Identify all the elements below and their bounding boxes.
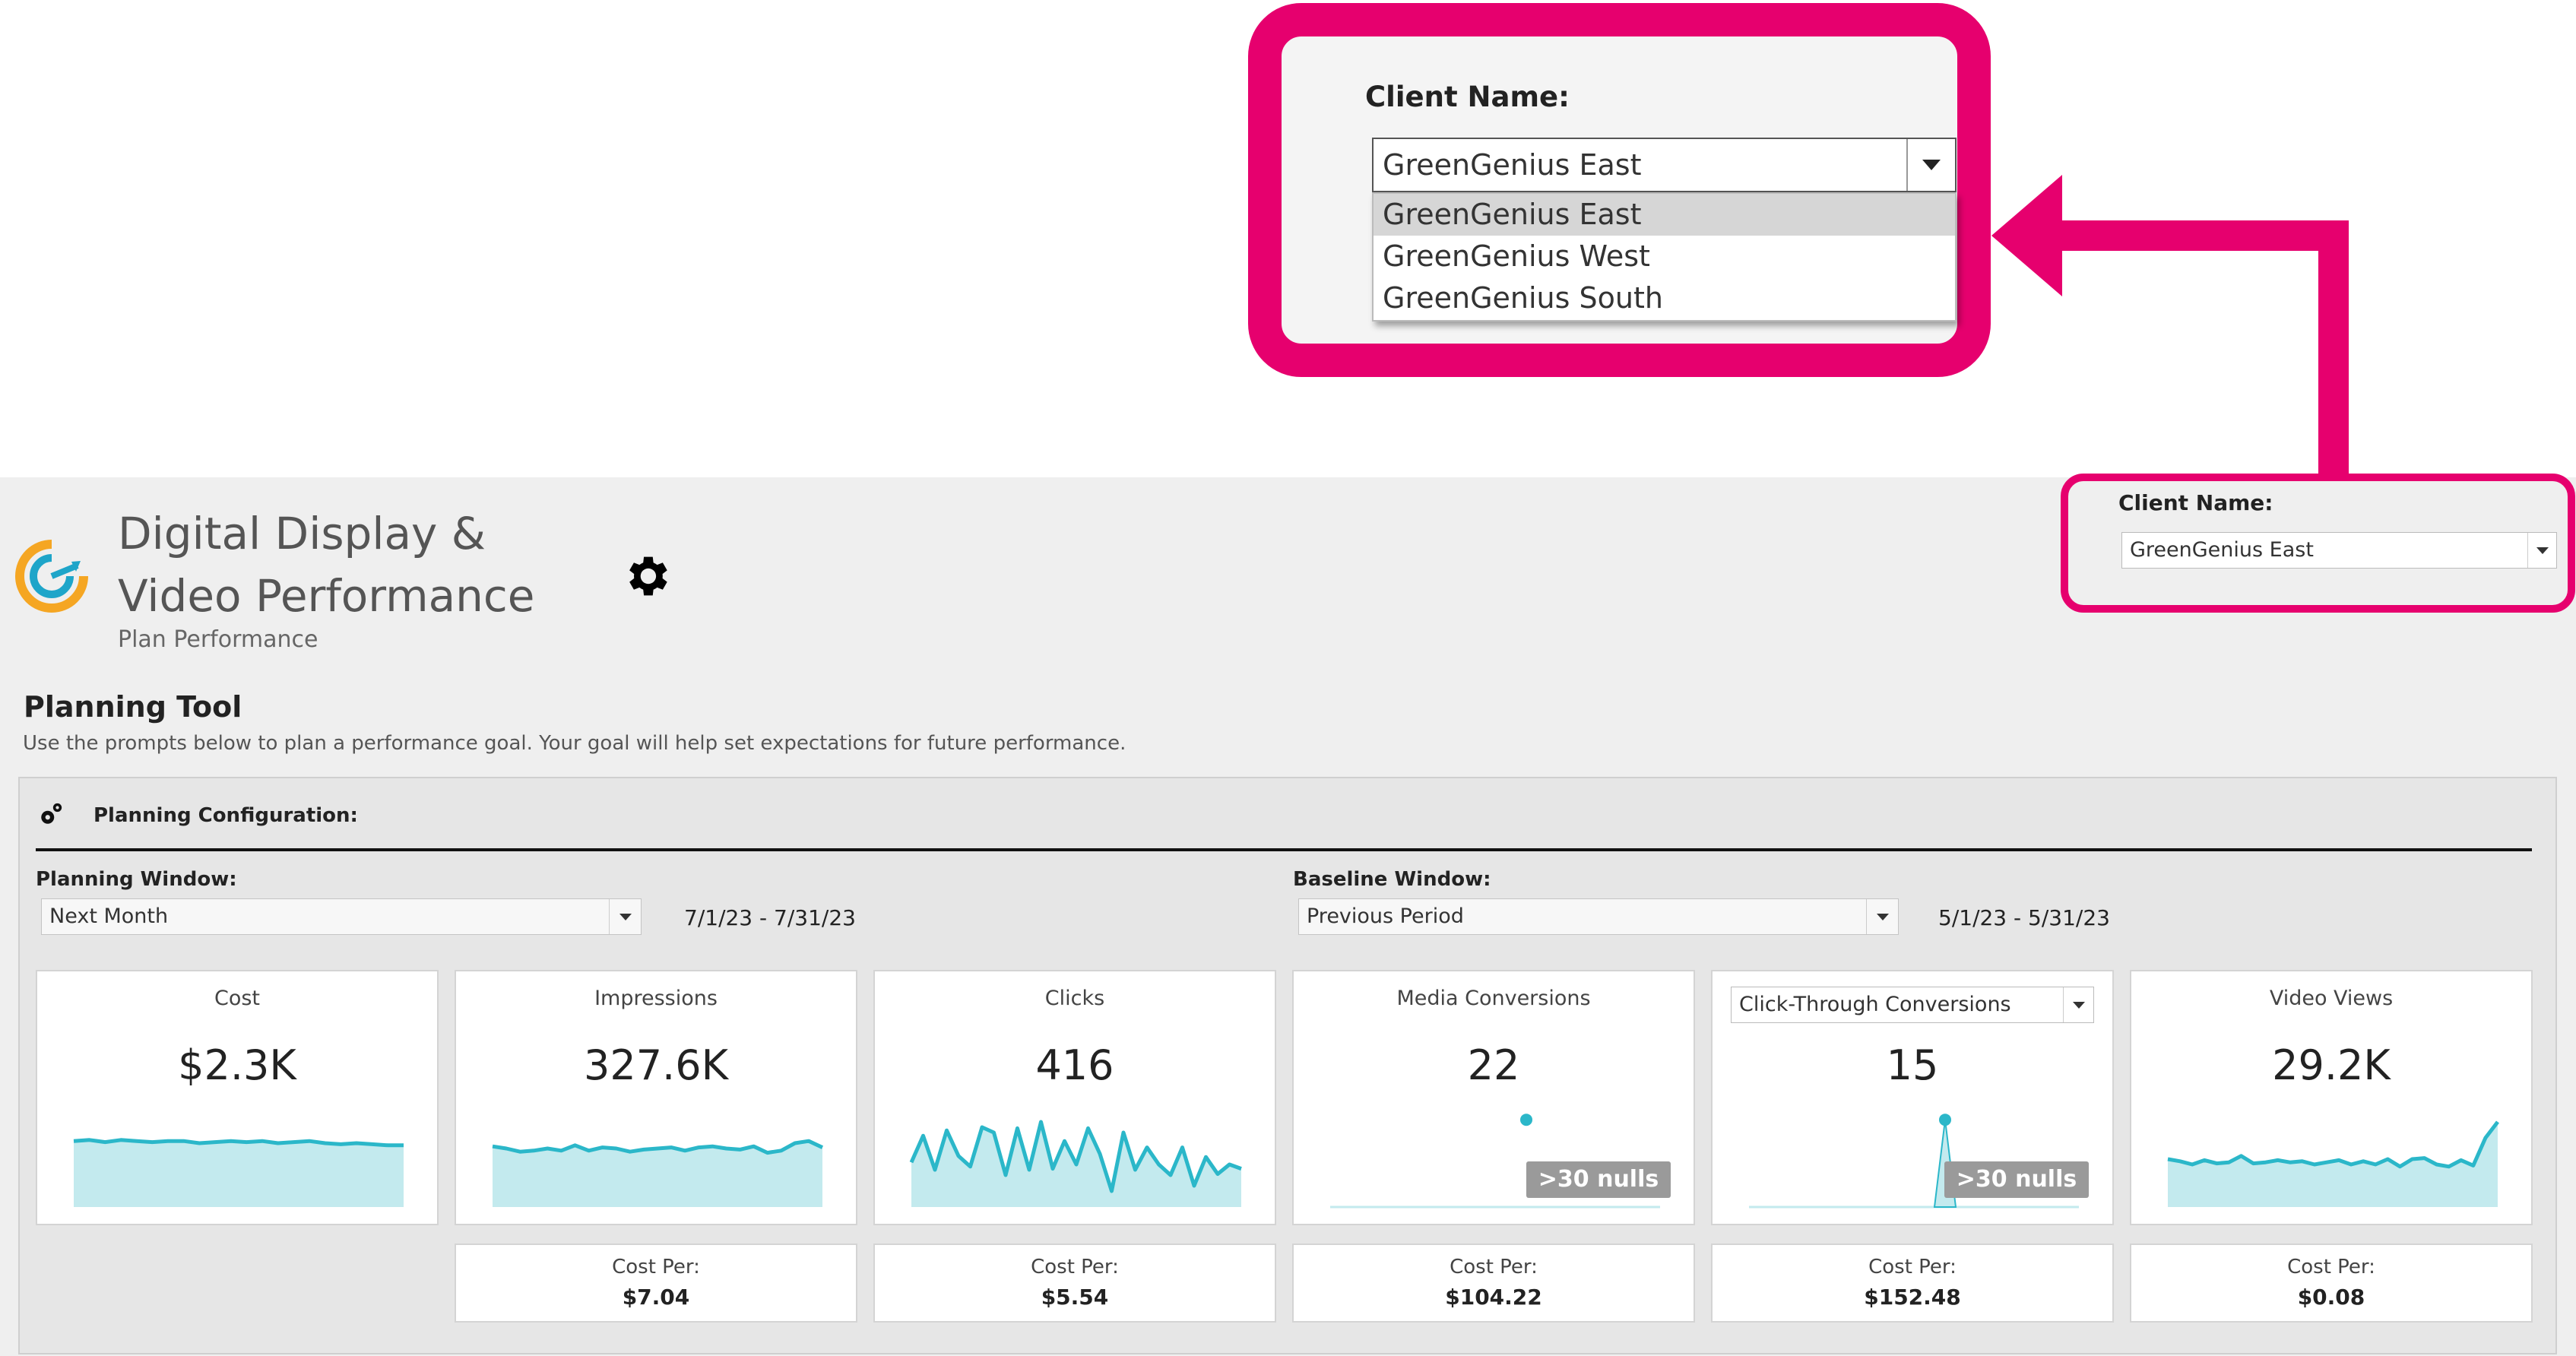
- baseline-window-dropdown[interactable]: Previous Period: [1298, 898, 1899, 935]
- cost-per-clicks: Cost Per: $5.54: [873, 1244, 1276, 1323]
- cost-per-label: Cost Per:: [2287, 1256, 2375, 1278]
- sparkline-line: [2167, 1120, 2499, 1169]
- cost-per-label: Cost Per:: [1868, 1256, 1957, 1278]
- client-name-filter: Client Name: GreenGenius East: [2061, 474, 2575, 613]
- client-option-west[interactable]: GreenGenius West: [1374, 236, 1955, 277]
- cost-per-value: $104.22: [1445, 1285, 1542, 1310]
- kpi-card-impressions[interactable]: Impressions 327.6K: [455, 970, 857, 1225]
- callout-client-name-dropdown[interactable]: GreenGenius East: [1372, 138, 1957, 192]
- sparkline-area: [74, 1139, 404, 1207]
- kpi-card-cost[interactable]: Cost $2.3K: [36, 970, 439, 1225]
- page-subtitle: Plan Performance: [118, 626, 318, 653]
- cost-per-value: $0.08: [2297, 1285, 2365, 1310]
- title-line-1: Digital Display &: [118, 508, 486, 559]
- cost-per-label: Cost Per:: [1450, 1256, 1538, 1278]
- cost-per-media-conversions: Cost Per: $104.22: [1292, 1244, 1695, 1323]
- cost-per-impressions: Cost Per: $7.04: [455, 1244, 857, 1323]
- planning-window-value: Next Month: [49, 905, 169, 928]
- planning-window-label: Planning Window:: [36, 868, 237, 891]
- callout-selected-value: GreenGenius East: [1383, 148, 1642, 182]
- cost-per-label: Cost Per:: [612, 1256, 700, 1278]
- kpi-card-click-through-conversions[interactable]: Click-Through Conversions 15 >30 nulls: [1711, 970, 2114, 1225]
- client-options-list: GreenGenius East GreenGenius West GreenG…: [1372, 192, 1957, 322]
- callout-client-name-label: Client Name:: [1365, 81, 1570, 113]
- chevron-down-icon[interactable]: [609, 899, 641, 934]
- cost-per-video-views: Cost Per: $0.08: [2130, 1244, 2533, 1323]
- chevron-down-icon[interactable]: [2527, 533, 2556, 568]
- planning-configuration-title: Planning Configuration:: [93, 804, 358, 827]
- baseline-window-label: Baseline Window:: [1293, 868, 1491, 891]
- client-option-south[interactable]: GreenGenius South: [1374, 277, 1955, 319]
- planning-tool-description: Use the prompts below to plan a performa…: [23, 732, 1126, 755]
- baseline-window-value: Previous Period: [1307, 905, 1464, 928]
- nulls-badge: >30 nulls: [1944, 1161, 2089, 1198]
- cost-sparkline: [73, 1138, 404, 1207]
- sparkline-point: [1520, 1114, 1532, 1126]
- chevron-down-icon[interactable]: [1866, 899, 1898, 934]
- chevron-down-icon[interactable]: [1906, 139, 1955, 191]
- page-title: Digital Display & Video Performance: [118, 502, 589, 627]
- cost-per-label: Cost Per:: [1031, 1256, 1119, 1278]
- client-name-value: GreenGenius East: [2130, 538, 2314, 562]
- nulls-badge: >30 nulls: [1526, 1161, 1671, 1198]
- planning-configuration-panel: Planning Configuration: Planning Window:…: [18, 777, 2557, 1354]
- gear-icon[interactable]: [619, 550, 673, 603]
- kpi-card-clicks[interactable]: Clicks 416: [873, 970, 1276, 1225]
- divider: [36, 848, 2532, 851]
- client-name-zoom-callout: Client Name: GreenGenius East GreenGeniu…: [1248, 3, 1991, 377]
- cost-per-click-through-conversions: Cost Per: $152.48: [1711, 1244, 2114, 1323]
- client-option-east[interactable]: GreenGenius East: [1374, 194, 1955, 236]
- client-name-label: Client Name:: [2118, 490, 2273, 515]
- kpi-card-video-views[interactable]: Video Views 29.2K: [2130, 970, 2533, 1225]
- target-arrow-icon: [15, 540, 88, 613]
- planning-window-range: 7/1/23 - 7/31/23: [684, 905, 856, 930]
- cost-per-value: $152.48: [1864, 1285, 1961, 1310]
- planning-window-dropdown[interactable]: Next Month: [41, 898, 642, 935]
- title-line-2: Video Performance: [118, 570, 535, 622]
- gears-icon: [41, 803, 62, 824]
- cost-per-value: $5.54: [1041, 1285, 1109, 1310]
- baseline-window-range: 5/1/23 - 5/31/23: [1938, 905, 2110, 930]
- clicks-sparkline: [909, 1120, 1242, 1207]
- impressions-sparkline: [492, 1139, 824, 1207]
- client-name-dropdown[interactable]: GreenGenius East: [2121, 532, 2557, 569]
- dashboard-panel: Digital Display & Video Performance Plan…: [0, 474, 2576, 1356]
- kpi-card-media-conversions[interactable]: Media Conversions 22 >30 nulls: [1292, 970, 1695, 1225]
- planning-tool-title: Planning Tool: [24, 690, 242, 724]
- video-views-sparkline: [2167, 1120, 2499, 1207]
- sparkline-point: [1939, 1114, 1951, 1126]
- cost-per-value: $7.04: [622, 1285, 690, 1310]
